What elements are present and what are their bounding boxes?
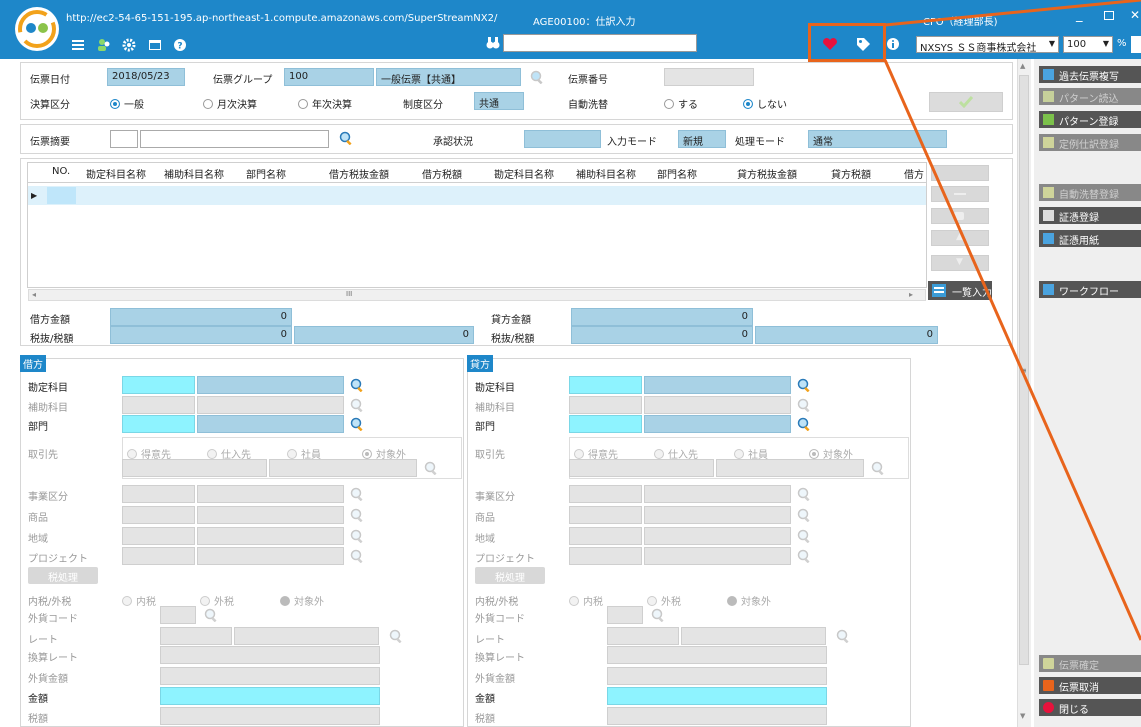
callout-line — [883, 0, 1141, 641]
app-window: { "titlebar": { "url": "http://ec2-54-65… — [0, 0, 1141, 727]
